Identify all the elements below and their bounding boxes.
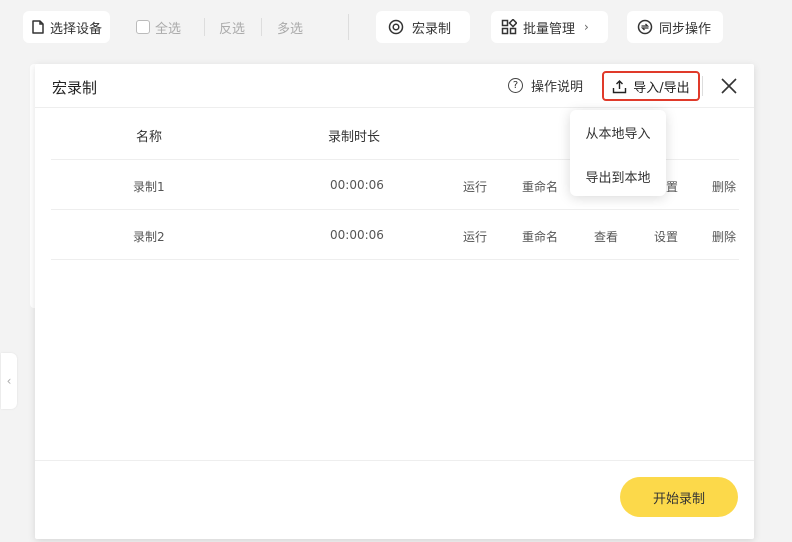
- select-all-checkbox[interactable]: 全选: [136, 11, 181, 43]
- column-header-duration: 录制时长: [328, 130, 381, 145]
- chevron-left-icon: ‹: [6, 374, 12, 388]
- row-name: 录制1: [133, 180, 165, 194]
- select-all-label: 全选: [155, 21, 182, 37]
- help-label: 操作说明: [531, 80, 584, 95]
- row-duration: 00:00:06: [330, 228, 384, 242]
- row-name: 录制2: [133, 230, 165, 244]
- invert-selection-label: 反选: [219, 21, 246, 37]
- select-device-label: 选择设备: [50, 21, 103, 37]
- menu-item-export-local[interactable]: 导出到本地: [570, 167, 666, 186]
- divider: [702, 76, 703, 96]
- divider: [204, 18, 205, 36]
- row-duration: 00:00:06: [330, 178, 384, 192]
- delete-button[interactable]: 删除: [712, 178, 736, 195]
- question-circle-icon: ?: [508, 78, 523, 93]
- batch-manage-label: 批量管理: [523, 21, 576, 37]
- macro-record-label: 宏录制: [412, 21, 452, 37]
- sync-ops-button[interactable]: 同步操作: [627, 11, 723, 43]
- footer-divider: [35, 460, 754, 461]
- multi-select-button[interactable]: 多选: [277, 11, 303, 43]
- start-record-button[interactable]: 开始录制: [620, 477, 738, 517]
- rename-button[interactable]: 重命名: [522, 178, 558, 195]
- dialog-title: 宏录制: [52, 79, 98, 97]
- table-row: 录制2 00:00:06 运行 重命名 查看 设置 删除: [51, 210, 739, 260]
- column-header-name: 名称: [136, 130, 163, 145]
- multi-select-label: 多选: [277, 21, 304, 37]
- record-circle-icon: [388, 19, 404, 35]
- sync-ops-label: 同步操作: [659, 21, 712, 37]
- select-device-button[interactable]: 选择设备: [23, 11, 111, 43]
- chevron-right-icon: ›: [584, 20, 589, 34]
- run-button[interactable]: 运行: [463, 228, 487, 245]
- menu-item-import-local[interactable]: 从本地导入: [570, 123, 666, 142]
- side-collapse-handle[interactable]: ‹: [1, 353, 17, 409]
- close-icon[interactable]: [719, 76, 739, 96]
- sync-icon: [637, 19, 653, 35]
- view-button[interactable]: 查看: [594, 228, 618, 245]
- top-toolbar: 选择设备 全选 反选 多选 宏录制 批量管理 › 同步操作: [0, 0, 792, 56]
- upload-tray-icon: [613, 79, 627, 93]
- grid-icon: [501, 19, 517, 35]
- run-button[interactable]: 运行: [463, 178, 487, 195]
- help-link[interactable]: ? 操作说明: [508, 76, 583, 95]
- delete-button[interactable]: 删除: [712, 228, 736, 245]
- checkbox-box[interactable]: [136, 20, 150, 34]
- divider: [348, 14, 349, 40]
- dialog-header: 宏录制 ? 操作说明 导入/导出: [35, 64, 754, 108]
- import-export-label: 导入/导出: [633, 80, 690, 96]
- macro-record-button[interactable]: 宏录制: [376, 11, 470, 43]
- batch-manage-button[interactable]: 批量管理 ›: [491, 11, 608, 43]
- rename-button[interactable]: 重命名: [522, 228, 558, 245]
- invert-selection-button[interactable]: 反选: [219, 11, 245, 43]
- device-icon: [32, 20, 44, 34]
- settings-button[interactable]: 设置: [654, 228, 678, 245]
- import-export-button[interactable]: 导入/导出: [602, 71, 700, 101]
- import-export-menu: 从本地导入 导出到本地: [570, 110, 666, 196]
- divider: [261, 18, 262, 36]
